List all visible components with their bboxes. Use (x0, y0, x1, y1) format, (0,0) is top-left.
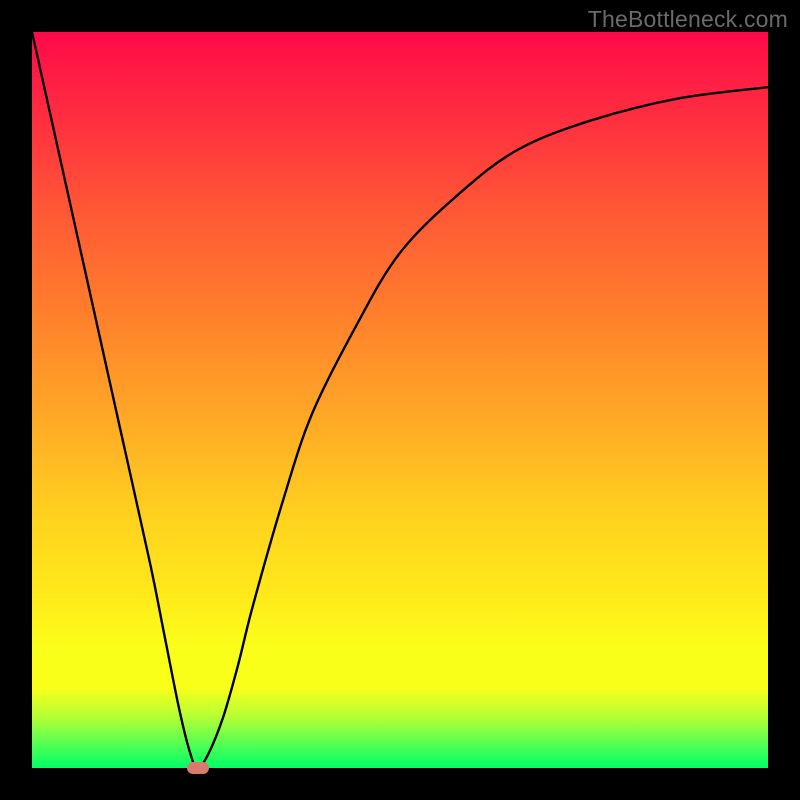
minimum-marker (187, 762, 209, 774)
curve-svg (32, 32, 768, 768)
chart-frame: TheBottleneck.com (0, 0, 800, 800)
bottleneck-curve (32, 32, 768, 768)
watermark-text: TheBottleneck.com (588, 6, 788, 33)
plot-area (32, 32, 768, 768)
